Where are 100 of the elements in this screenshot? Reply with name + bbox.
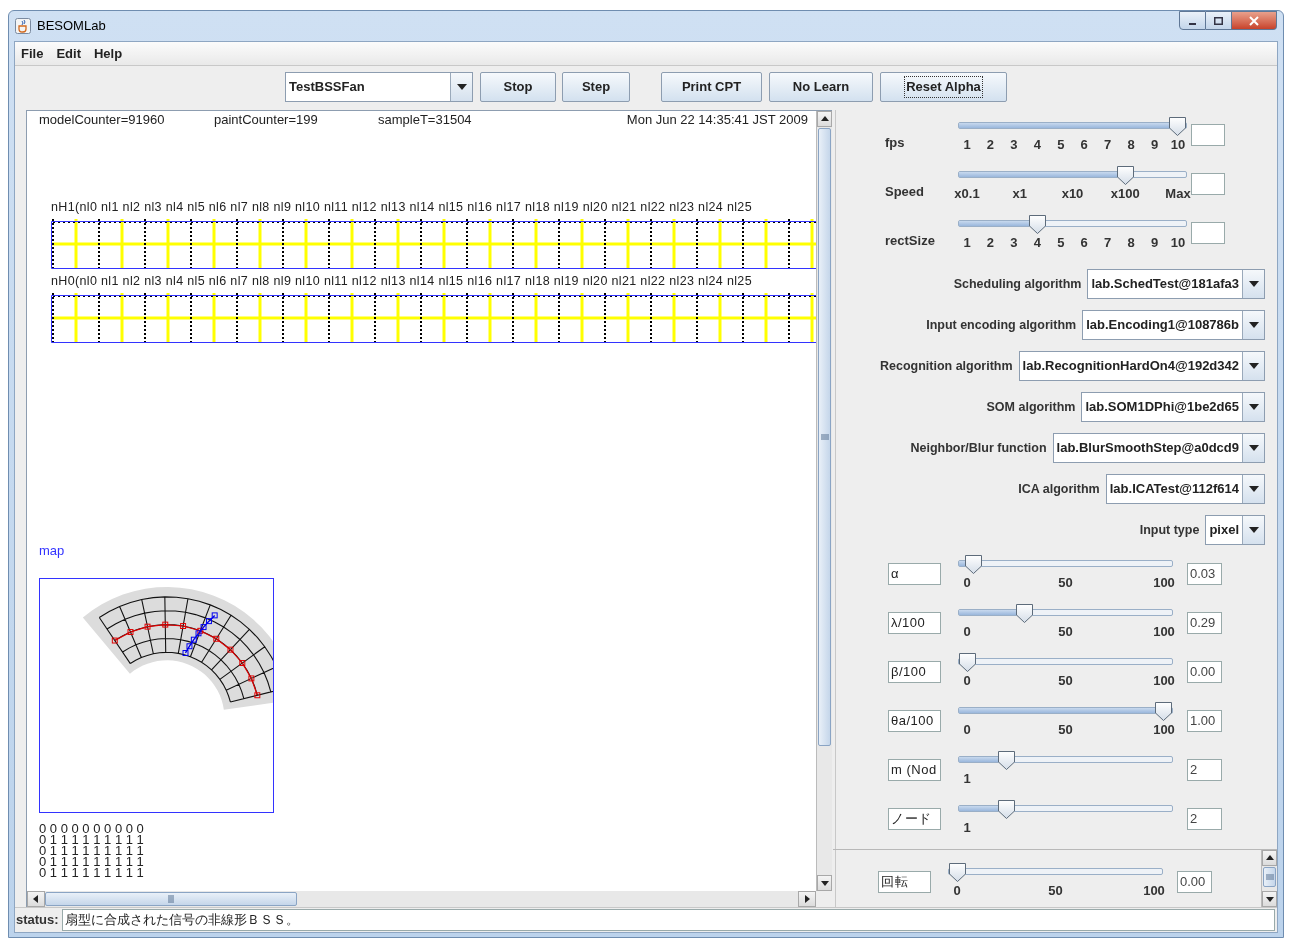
status-field: 扇型に合成された信号の非線形ＢＳＳ。 xyxy=(61,909,1275,931)
counter-text: sampleT=31504 xyxy=(378,112,473,127)
minimize-button[interactable] xyxy=(1179,11,1206,30)
dropdown[interactable]: lab.ICATest@112f614 xyxy=(1105,474,1265,504)
counter-text: paintCounter=199 xyxy=(214,112,319,127)
value-field[interactable]: 0.29 xyxy=(1187,612,1222,634)
caret-icon xyxy=(1248,281,1259,287)
scroll-up-button[interactable] xyxy=(817,111,832,127)
tick-label: 4 xyxy=(1033,234,1041,251)
dropdown[interactable]: pixel xyxy=(1205,515,1265,545)
slider-track[interactable] xyxy=(958,707,1173,714)
slider-track[interactable] xyxy=(958,220,1187,227)
tick-label: 0 xyxy=(963,574,971,591)
tick-label: 100 xyxy=(1143,882,1165,899)
maximize-button[interactable] xyxy=(1206,11,1232,30)
field-label: Input encoding algorithm xyxy=(926,316,1077,334)
tick-label: 50 xyxy=(1058,672,1073,689)
button[interactable]: No Learn xyxy=(769,72,873,102)
name-field[interactable]: m (Nod xyxy=(888,759,941,781)
minimize-icon xyxy=(1189,22,1196,25)
slider-track[interactable] xyxy=(958,171,1187,178)
close-button[interactable] xyxy=(1232,11,1277,30)
scroll-down-button[interactable] xyxy=(817,875,832,891)
field-label: Neighbor/Blur function xyxy=(910,439,1047,457)
scroll-down-button[interactable] xyxy=(1262,891,1277,907)
scrollbar-thumb[interactable] xyxy=(818,128,831,746)
value-field[interactable]: 1.00 xyxy=(1187,710,1222,732)
field-label: Input type xyxy=(1139,521,1200,539)
value-field[interactable]: 2 xyxy=(1187,759,1222,781)
menu-item[interactable]: File xyxy=(21,43,44,64)
name-field[interactable]: θa/100 xyxy=(888,710,941,732)
tick-label: 7 xyxy=(1104,136,1112,153)
scrollbar-thumb[interactable] xyxy=(1263,867,1276,887)
menu-item[interactable]: Help xyxy=(93,43,123,64)
scenario-dropdown[interactable]: TestBSSFan xyxy=(285,72,473,102)
counter-text: modelCounter=91960 xyxy=(39,112,166,127)
slider-thumb[interactable] xyxy=(958,652,977,673)
tick-label: x10 xyxy=(1061,185,1084,202)
button[interactable]: Reset Alpha xyxy=(880,72,1007,102)
slider-thumb[interactable] xyxy=(997,799,1017,820)
name-field[interactable]: 回転 xyxy=(878,871,931,893)
value-field[interactable]: 2 xyxy=(1187,808,1222,830)
slider-track[interactable] xyxy=(958,756,1173,763)
grip-icon xyxy=(168,895,174,903)
scroll-left-button[interactable] xyxy=(27,891,45,907)
slider-thumb[interactable] xyxy=(1168,116,1187,137)
slider-track[interactable] xyxy=(948,868,1163,875)
tick-label: 1 xyxy=(963,234,971,251)
scroll-up-button[interactable] xyxy=(1262,850,1277,866)
dropdown[interactable]: lab.Encoding1@108786b xyxy=(1082,310,1265,340)
tick-label: x1 xyxy=(1012,185,1027,202)
slider-track[interactable] xyxy=(958,122,1187,129)
layer-label: nH0(nl0 nl1 nl2 nl3 nl4 nl5 nl6 nl7 nl8 nl9 nl10 nl11 nl12 nl13 nl14 nl15 nl16 nl17 nl18 nl19 nl20 nl21 nl22 nl23 nl24 nl25 xyxy=(51,274,753,289)
slider-track[interactable] xyxy=(958,805,1173,812)
down-arrow-icon xyxy=(1265,895,1274,903)
scroll-right-button[interactable] xyxy=(798,891,816,907)
slider-thumb[interactable] xyxy=(1027,214,1047,235)
slider-thumb[interactable] xyxy=(997,750,1017,771)
slider-label: fps xyxy=(885,134,906,152)
value-field[interactable]: 0.00 xyxy=(1177,871,1212,893)
slider-track[interactable] xyxy=(958,560,1173,567)
tick-label: Max xyxy=(1165,185,1191,202)
name-field[interactable]: α xyxy=(888,563,941,585)
name-field[interactable]: ノード xyxy=(888,808,941,830)
slider-thumb[interactable] xyxy=(1014,603,1034,624)
down-arrow-icon xyxy=(820,879,829,887)
slider-thumb[interactable] xyxy=(963,554,983,575)
tick-label: 100 xyxy=(1153,672,1175,689)
tick-label: 50 xyxy=(1048,882,1063,899)
button[interactable]: Print CPT xyxy=(661,72,762,102)
caret-icon xyxy=(1248,527,1259,533)
name-field[interactable]: λ/100 xyxy=(888,612,941,634)
slider-thumb[interactable] xyxy=(1115,165,1135,186)
tick-label: 50 xyxy=(1058,623,1073,640)
value-field[interactable] xyxy=(1191,222,1225,244)
caret-icon xyxy=(456,84,467,90)
matrix-row-text: 0 1 1 1 1 1 1 1 1 1 xyxy=(39,867,145,878)
scrollbar-thumb[interactable] xyxy=(45,892,297,906)
value-field[interactable]: 0.00 xyxy=(1187,661,1222,683)
slider-label: rectSize xyxy=(885,232,936,250)
slider-track[interactable] xyxy=(958,609,1173,616)
dropdown[interactable]: lab.RecognitionHardOn4@192d342 xyxy=(1018,351,1265,381)
slider-track[interactable] xyxy=(958,658,1173,665)
dropdown[interactable]: lab.SOM1DPhi@1be2d65 xyxy=(1081,392,1265,422)
caret-icon xyxy=(1248,486,1259,492)
button[interactable]: Step xyxy=(562,72,630,102)
dropdown[interactable]: lab.BlurSmoothStep@a0dcd9 xyxy=(1052,433,1265,463)
slider-thumb[interactable] xyxy=(1154,701,1173,722)
button[interactable]: Stop xyxy=(480,72,556,102)
menu-item[interactable]: Edit xyxy=(56,43,81,64)
value-field[interactable] xyxy=(1191,124,1225,146)
value-field[interactable] xyxy=(1191,173,1225,195)
up-arrow-icon xyxy=(1265,854,1274,862)
tick-label: 100 xyxy=(1153,574,1175,591)
tick-label: 3 xyxy=(1010,234,1018,251)
value-field[interactable]: 0.03 xyxy=(1187,563,1222,585)
dropdown[interactable]: lab.SchedTest@181afa3 xyxy=(1087,269,1265,299)
tick-label: 10 xyxy=(1170,136,1186,153)
slider-thumb[interactable] xyxy=(948,862,967,883)
name-field[interactable]: β/100 xyxy=(888,661,941,683)
